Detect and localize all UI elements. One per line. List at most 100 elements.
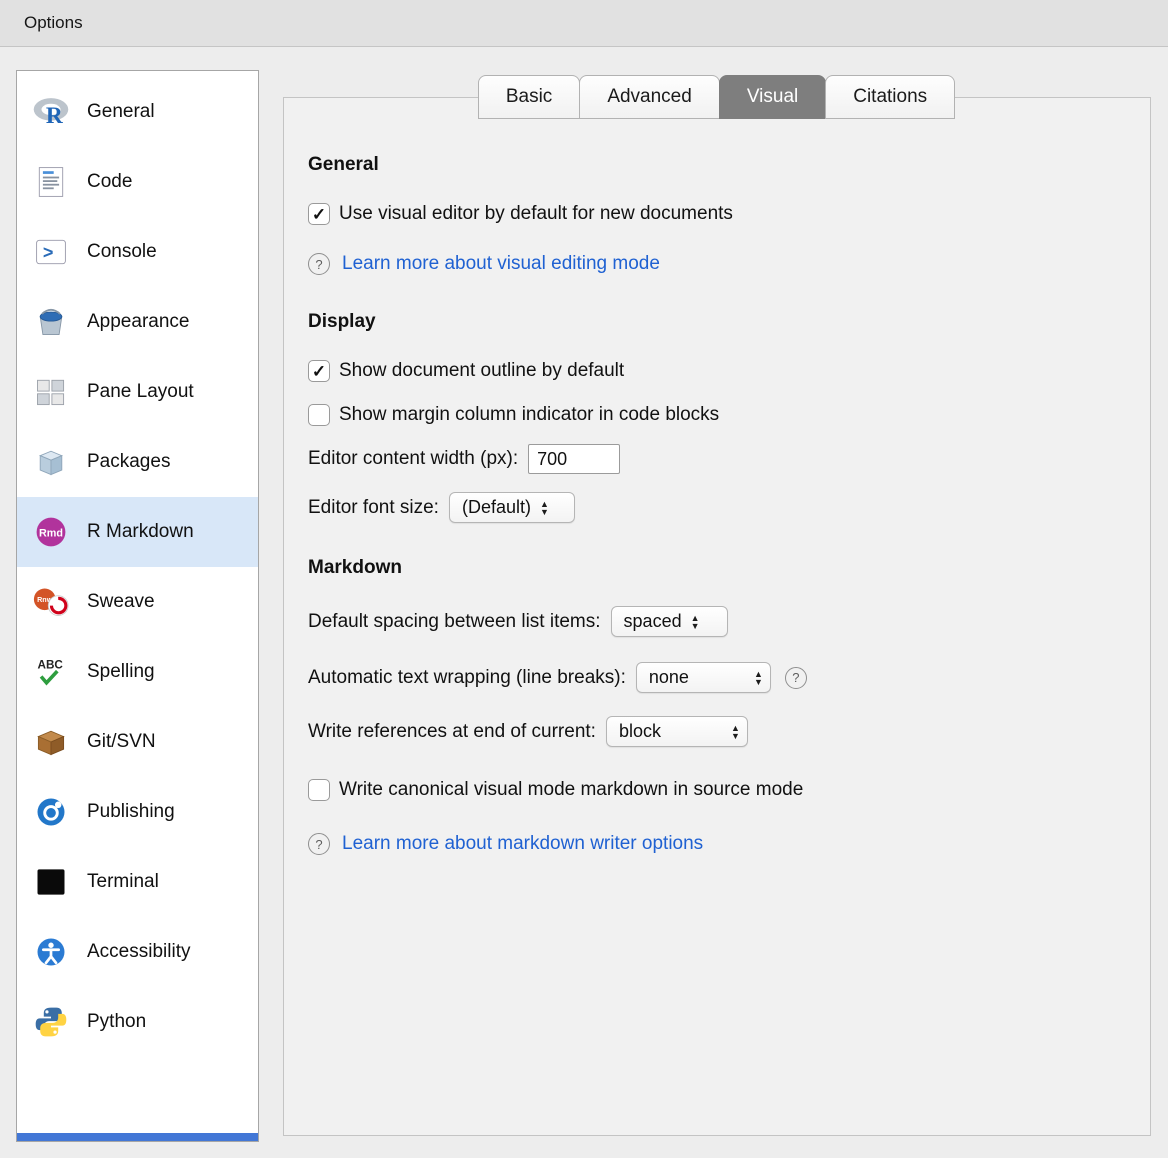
sidebar-item-label: Python — [87, 1011, 146, 1033]
cardboard-box-icon — [30, 722, 72, 762]
terminal-square-icon — [30, 862, 72, 902]
dropdown-arrows-icon: ▲▼ — [540, 500, 549, 516]
sidebar-item-label: Terminal — [87, 871, 159, 893]
sidebar-item-r-markdown[interactable]: Rmd R Markdown — [17, 497, 258, 567]
rmarkdown-badge-icon: Rmd — [30, 512, 72, 552]
sidebar-item-general[interactable]: R General — [17, 77, 258, 147]
sidebar-item-console[interactable]: > Console — [17, 217, 258, 287]
canonical-markdown-label: Write canonical visual mode markdown in … — [339, 779, 803, 801]
sidebar-item-publishing[interactable]: Publishing — [17, 777, 258, 847]
sidebar: R General Code > Console Appearance — [16, 70, 259, 1142]
margin-indicator-checkbox[interactable] — [308, 404, 330, 426]
visual-editing-help-row: ? Learn more about visual editing mode — [308, 253, 1126, 275]
tab-citations[interactable]: Citations — [825, 75, 955, 119]
document-outline-checkbox[interactable]: ✓ — [308, 360, 330, 382]
text-wrapping-label: Automatic text wrapping (line breaks): — [308, 667, 626, 689]
help-icon[interactable]: ? — [308, 833, 330, 855]
package-cube-icon — [30, 442, 72, 482]
list-spacing-select[interactable]: spaced ▲▼ — [611, 606, 728, 637]
tab-bar: Basic Advanced Visual Citations — [283, 75, 1151, 119]
sidebar-item-label: General — [87, 101, 155, 123]
sidebar-item-label: R Markdown — [87, 521, 194, 543]
sidebar-item-label: Appearance — [87, 311, 189, 333]
text-wrapping-value: none — [649, 667, 689, 688]
sidebar-item-label: Sweave — [87, 591, 155, 613]
margin-indicator-row: Show margin column indicator in code blo… — [308, 404, 1126, 426]
main-area: Basic Advanced Visual Citations General … — [283, 70, 1151, 1142]
editor-width-input[interactable] — [528, 444, 620, 474]
options-dialog-body: R General Code > Console Appearance — [0, 47, 1168, 1142]
markdown-writer-help-row: ? Learn more about markdown writer optio… — [308, 833, 1126, 855]
visual-editor-row: ✓ Use visual editor by default for new d… — [308, 203, 1126, 225]
pane-grid-icon — [30, 372, 72, 412]
list-spacing-label: Default spacing between list items: — [308, 611, 601, 633]
dropdown-arrows-icon: ▲▼ — [731, 724, 740, 740]
sidebar-item-spelling[interactable]: ABC Spelling — [17, 637, 258, 707]
dropdown-arrows-icon: ▲▼ — [754, 670, 763, 686]
abc-check-icon: ABC — [30, 652, 72, 692]
python-logo-icon — [30, 1002, 72, 1042]
sidebar-item-label: Publishing — [87, 801, 175, 823]
titlebar: Options — [0, 0, 1168, 47]
sidebar-item-git-svn[interactable]: Git/SVN — [17, 707, 258, 777]
sweave-pdf-icon: Rnw — [30, 582, 72, 622]
editor-font-size-select[interactable]: (Default) ▲▼ — [449, 492, 575, 523]
sidebar-item-sweave[interactable]: Rnw Sweave — [17, 567, 258, 637]
dropdown-arrows-icon: ▲▼ — [691, 614, 700, 630]
references-select[interactable]: block ▲▼ — [606, 716, 748, 747]
sidebar-item-appearance[interactable]: Appearance — [17, 287, 258, 357]
canonical-markdown-checkbox[interactable] — [308, 779, 330, 801]
editor-width-label: Editor content width (px): — [308, 448, 518, 470]
r-logo-icon: R — [30, 92, 72, 132]
editor-font-size-value: (Default) — [462, 497, 531, 518]
sidebar-item-packages[interactable]: Packages — [17, 427, 258, 497]
svg-text:ABC: ABC — [38, 658, 64, 671]
sidebar-item-label: Spelling — [87, 661, 155, 683]
tab-advanced[interactable]: Advanced — [579, 75, 720, 119]
editor-font-size-row: Editor font size: (Default) ▲▼ — [308, 492, 1126, 523]
editor-width-row: Editor content width (px): — [308, 444, 1126, 474]
sidebar-item-label: Pane Layout — [87, 381, 194, 403]
document-outline-label: Show document outline by default — [339, 360, 624, 382]
canonical-markdown-row: Write canonical visual mode markdown in … — [308, 779, 1126, 801]
sidebar-item-label: Git/SVN — [87, 731, 156, 753]
checkmark-icon: ✓ — [312, 363, 326, 380]
visual-editor-checkbox[interactable]: ✓ — [308, 203, 330, 225]
help-icon[interactable]: ? — [785, 667, 807, 689]
accessibility-person-icon — [30, 932, 72, 972]
section-heading-general: General — [308, 154, 1126, 176]
visual-tab-panel: General ✓ Use visual editor by default f… — [283, 97, 1151, 1136]
code-document-icon — [30, 162, 72, 202]
references-value: block — [619, 721, 661, 742]
tab-basic[interactable]: Basic — [478, 75, 580, 119]
list-spacing-row: Default spacing between list items: spac… — [308, 606, 1126, 637]
sidebar-item-label: Packages — [87, 451, 170, 473]
window-title: Options — [24, 13, 83, 33]
section-heading-display: Display — [308, 311, 1126, 333]
text-wrapping-row: Automatic text wrapping (line breaks): n… — [308, 662, 1126, 693]
sidebar-item-terminal[interactable]: Terminal — [17, 847, 258, 917]
list-spacing-value: spaced — [624, 611, 682, 632]
sidebar-item-code[interactable]: Code — [17, 147, 258, 217]
sidebar-item-label: Code — [87, 171, 132, 193]
editor-font-size-label: Editor font size: — [308, 497, 439, 519]
help-icon[interactable]: ? — [308, 253, 330, 275]
sidebar-item-accessibility[interactable]: Accessibility — [17, 917, 258, 987]
visual-editing-learn-more-link[interactable]: Learn more about visual editing mode — [342, 253, 660, 275]
sidebar-bottom-indicator — [17, 1133, 258, 1141]
svg-text:>: > — [43, 242, 54, 262]
text-wrapping-select[interactable]: none ▲▼ — [636, 662, 771, 693]
markdown-writer-learn-more-link[interactable]: Learn more about markdown writer options — [342, 833, 703, 855]
sidebar-item-python[interactable]: Python — [17, 987, 258, 1057]
section-heading-markdown: Markdown — [308, 557, 1126, 579]
sidebar-item-pane-layout[interactable]: Pane Layout — [17, 357, 258, 427]
svg-text:Rmd: Rmd — [39, 528, 63, 540]
sidebar-item-label: Console — [87, 241, 157, 263]
sidebar-item-label: Accessibility — [87, 941, 190, 963]
tab-visual[interactable]: Visual — [719, 75, 826, 119]
checkmark-icon: ✓ — [312, 206, 326, 223]
references-row: Write references at end of current: bloc… — [308, 716, 1126, 747]
svg-text:R: R — [46, 103, 64, 129]
visual-editor-label: Use visual editor by default for new doc… — [339, 203, 733, 225]
margin-indicator-label: Show margin column indicator in code blo… — [339, 404, 719, 426]
